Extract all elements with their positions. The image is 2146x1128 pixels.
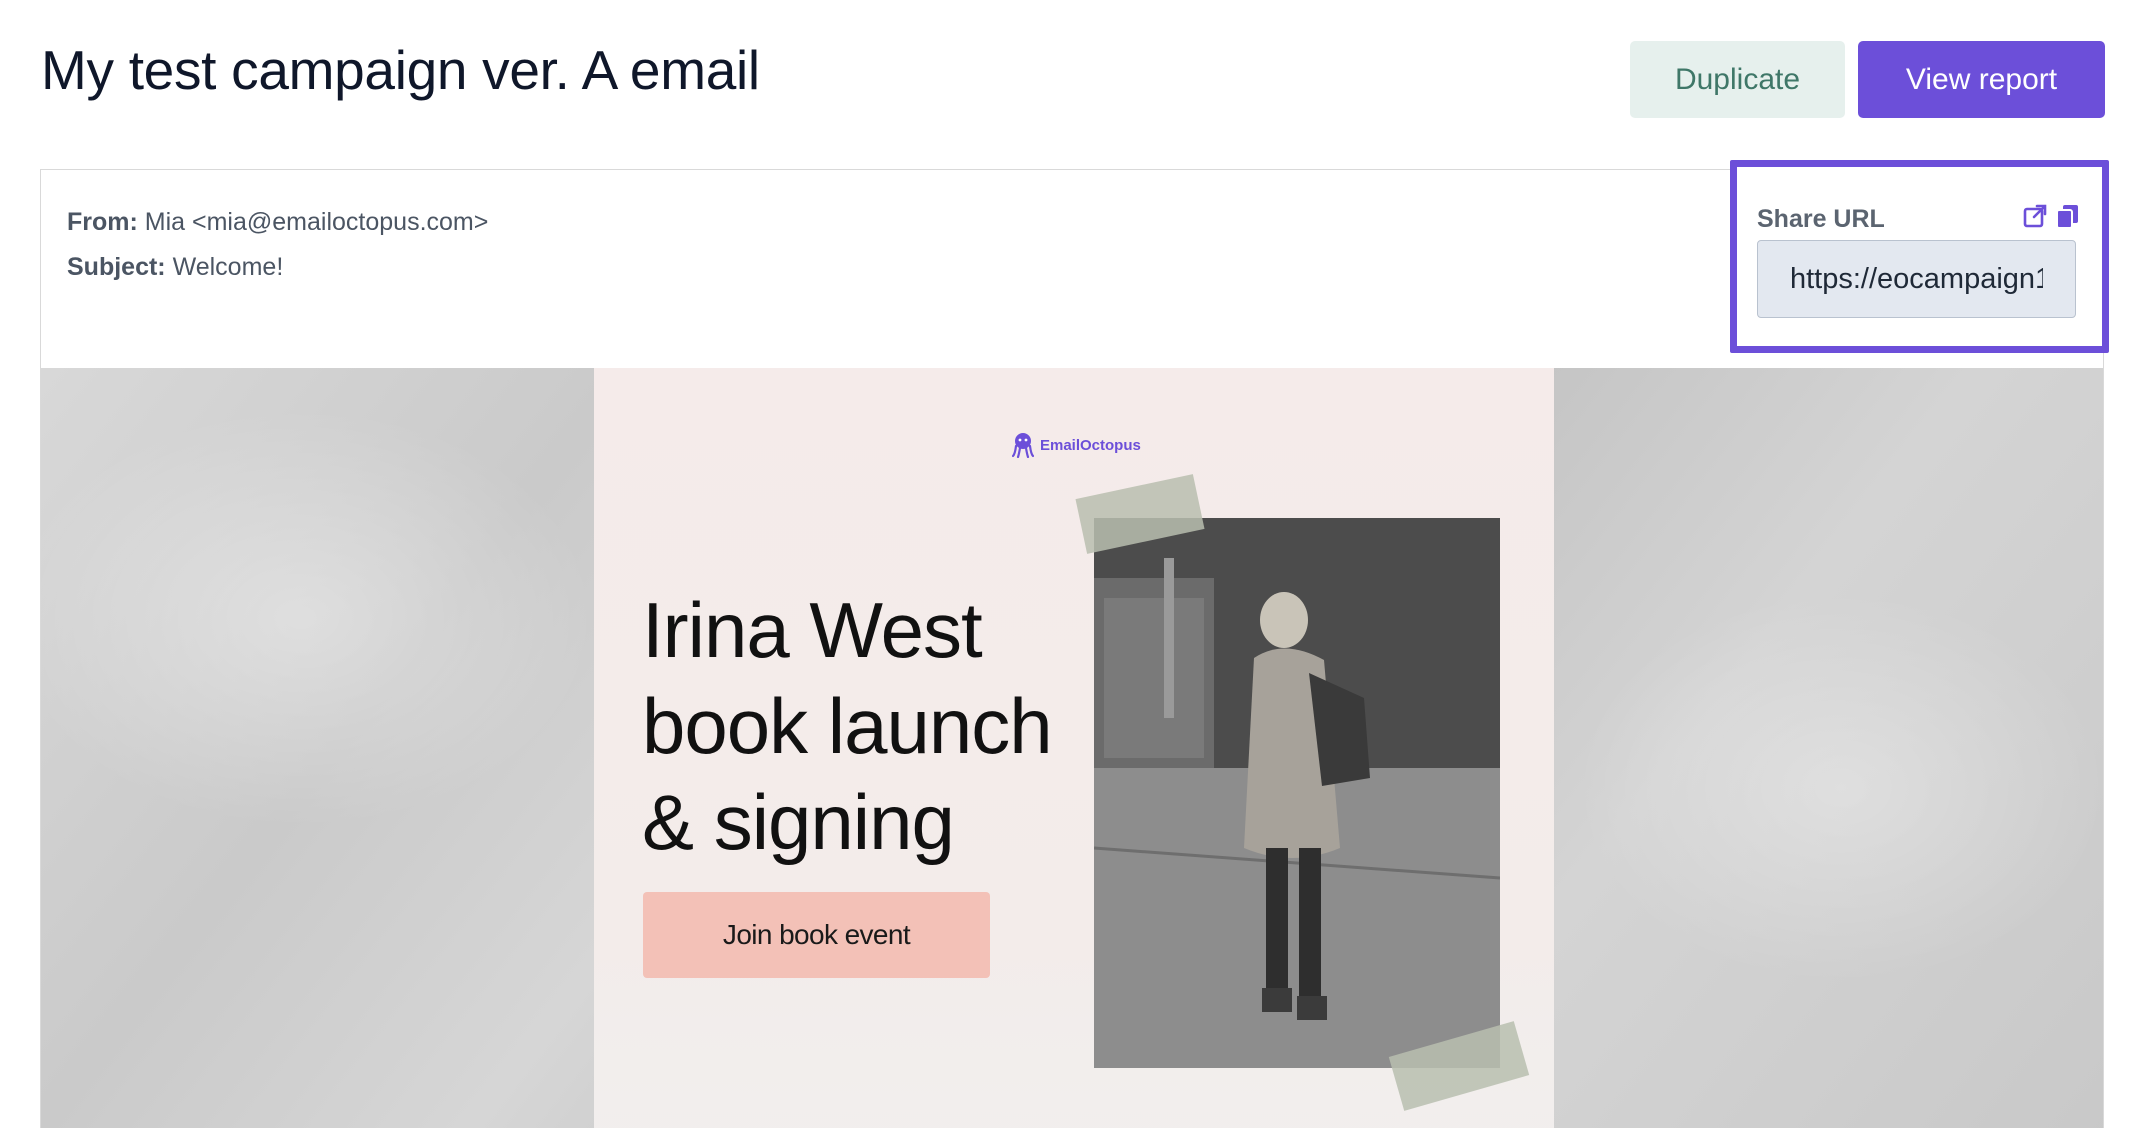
headline-line-3: & signing bbox=[642, 778, 955, 866]
subject-value: Welcome! bbox=[172, 253, 284, 281]
copy-icon[interactable] bbox=[2054, 203, 2080, 229]
author-photo-illustration bbox=[1094, 518, 1500, 1068]
brand-logo: EmailOctopus bbox=[1012, 432, 1141, 458]
subject-label: Subject: bbox=[67, 253, 166, 281]
email-headline: Irina West book launch & signing bbox=[642, 582, 1082, 870]
from-row: From: Mia <mia@emailoctopus.com> bbox=[67, 200, 488, 245]
page-title: My test campaign ver. A email bbox=[41, 39, 760, 101]
share-url-actions bbox=[2022, 203, 2080, 229]
headline-line-2: book launch bbox=[642, 682, 1053, 770]
campaign-page: My test campaign ver. A email Duplicate … bbox=[0, 0, 2146, 1128]
email-content: EmailOctopus Irina West book launch & si… bbox=[594, 368, 1554, 1128]
email-background: EmailOctopus Irina West book launch & si… bbox=[41, 368, 2103, 1128]
join-book-event-button[interactable]: Join book event bbox=[643, 892, 990, 978]
from-label: From: bbox=[67, 208, 138, 236]
from-value: Mia <mia@emailoctopus.com> bbox=[144, 208, 489, 236]
subject-row: Subject: Welcome! bbox=[67, 245, 488, 290]
duplicate-button[interactable]: Duplicate bbox=[1630, 41, 1845, 118]
author-photo bbox=[1094, 518, 1500, 1068]
open-external-icon[interactable] bbox=[2022, 203, 2048, 229]
brand-name: EmailOctopus bbox=[1040, 436, 1141, 454]
email-meta: From: Mia <mia@emailoctopus.com> Subject… bbox=[67, 200, 488, 290]
author-photo-frame bbox=[1075, 474, 1534, 1128]
share-url-input[interactable] bbox=[1757, 240, 2076, 318]
share-url-label: Share URL bbox=[1757, 205, 1885, 233]
octopus-icon bbox=[1012, 433, 1034, 458]
share-url-panel: Share URL bbox=[1730, 160, 2109, 353]
view-report-button[interactable]: View report bbox=[1858, 41, 2105, 118]
headline-line-1: Irina West bbox=[642, 586, 983, 674]
